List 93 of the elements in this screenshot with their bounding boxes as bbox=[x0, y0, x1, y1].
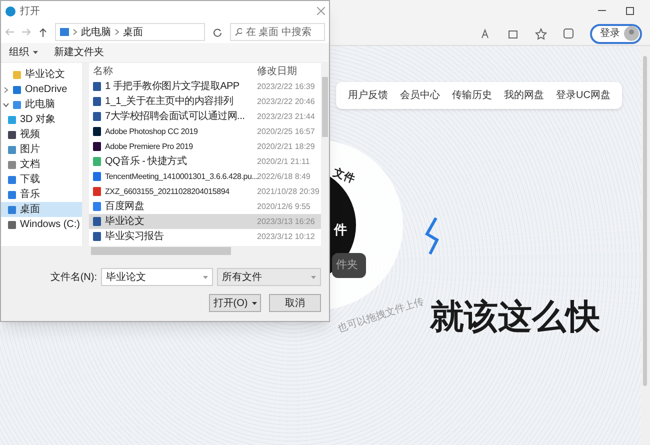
file-date: 2020/2/1 21:11 bbox=[257, 156, 310, 168]
scrollbar[interactable] bbox=[322, 77, 328, 137]
sidebar-scrollbar[interactable] bbox=[83, 63, 89, 246]
sidebar-item[interactable]: 视频 bbox=[1, 127, 82, 142]
file-name: 毕业论文 bbox=[105, 214, 145, 229]
file-row[interactable]: Adobe Premiere Pro 2019 2020/2/21 18:29 bbox=[89, 139, 321, 154]
file-date: 2021/10/28 20:39 bbox=[257, 186, 320, 198]
file-row[interactable]: 百度网盘 2020/12/6 9:55 bbox=[89, 199, 321, 214]
upload-file-button[interactable]: 件 bbox=[334, 220, 347, 240]
caret-icon[interactable] bbox=[252, 302, 257, 304]
sidebar-item[interactable]: 3D 对象 bbox=[1, 112, 82, 127]
logo-icon bbox=[424, 216, 442, 256]
file-name: QQ音乐 - 快捷方式 bbox=[105, 154, 188, 169]
organize-menu[interactable]: 组织 bbox=[9, 45, 38, 60]
new-folder-button[interactable]: 新建文件夹 bbox=[54, 45, 104, 60]
login-button[interactable]: 登录 bbox=[590, 24, 642, 44]
file-date: 2023/3/12 10:12 bbox=[257, 230, 315, 242]
file-row[interactable]: 毕业实习报告 2023/3/12 10:12 bbox=[89, 229, 321, 244]
upload-title: 文件 bbox=[330, 166, 358, 188]
file-name: ZXZ_6603155_20211028204015894 bbox=[105, 186, 230, 198]
breadcrumb-item[interactable]: 此电脑 bbox=[81, 24, 111, 40]
file-row[interactable]: QQ音乐 - 快捷方式 2020/2/1 21:11 bbox=[89, 154, 321, 169]
nav-link[interactable]: 我的网盘 bbox=[504, 88, 544, 103]
sidebar-item[interactable]: 图片 bbox=[1, 142, 82, 157]
collapse-chevron-icon[interactable] bbox=[3, 102, 9, 106]
sidebar-item[interactable]: 音乐 bbox=[1, 187, 82, 202]
star-icon[interactable] bbox=[535, 28, 547, 40]
sidebar-item[interactable]: 文档 bbox=[1, 157, 82, 172]
open-button[interactable]: 打开(O) bbox=[209, 294, 261, 312]
file-row[interactable]: ZXZ_6603155_20211028204015894 2021/10/28 20:39 bbox=[89, 184, 321, 199]
cancel-button[interactable]: 取消 bbox=[269, 294, 321, 312]
file-row[interactable]: 1_1_关于在主页中的内容排列 2023/2/22 20:46 bbox=[89, 94, 321, 109]
nav-link[interactable]: 用户反馈 bbox=[348, 88, 388, 103]
file-type-dropdown[interactable]: 所有文件 bbox=[217, 268, 321, 286]
file-name: 1 手把手教你图片文字提取APP bbox=[105, 80, 240, 94]
avatar-icon bbox=[624, 26, 639, 41]
column-header[interactable]: 名称 bbox=[93, 64, 257, 78]
headline: 就该这么快 bbox=[430, 297, 600, 338]
file-date: 2020/2/21 18:29 bbox=[257, 140, 315, 152]
up-icon[interactable] bbox=[39, 28, 47, 36]
chevron-icon bbox=[73, 29, 77, 35]
file-date: 2023/3/13 16:26 bbox=[257, 216, 315, 228]
file-row[interactable]: 7大学校招聘会面试可以通过网... 2023/2/23 21:44 bbox=[89, 109, 321, 124]
filename-field[interactable]: 毕业论文 bbox=[101, 268, 213, 286]
file-name: 1_1_关于在主页中的内容排列 bbox=[105, 94, 234, 109]
sidebar-item[interactable]: 桌面 bbox=[1, 202, 82, 217]
dialog-title: 打开 bbox=[20, 4, 40, 18]
search-field[interactable]: 在 桌面 中搜索 bbox=[230, 23, 325, 41]
file-row[interactable]: TencentMeeting_1410001301_3.6.6.428.pu...2022/6/18 8:49 bbox=[89, 169, 321, 184]
upload-folder-button[interactable]: 件夹 bbox=[332, 253, 366, 278]
file-name: TencentMeeting_1410001301_3.6.6.428.pu... bbox=[105, 170, 257, 182]
file-row[interactable]: 1 手把手教你图片文字提取APP 2023/2/22 16:39 bbox=[89, 79, 321, 94]
file-name: 7大学校招聘会面试可以通过网... bbox=[105, 110, 246, 124]
caret-icon bbox=[311, 276, 316, 278]
search-input: 在 桌面 中搜索 bbox=[246, 24, 320, 40]
close-icon[interactable] bbox=[317, 7, 325, 15]
file-row[interactable]: Adobe Photoshop CC 2019 2020/2/25 16:57 bbox=[89, 124, 321, 139]
file-name: Adobe Photoshop CC 2019 bbox=[105, 126, 199, 138]
sidebar-item[interactable]: 毕业论文 bbox=[1, 67, 82, 82]
file-name: 毕业实习报告 bbox=[105, 230, 165, 244]
file-date: 2023/2/22 20:46 bbox=[257, 96, 315, 108]
file-date: 2022/6/18 8:49 bbox=[257, 170, 310, 180]
minimize-icon[interactable] bbox=[598, 10, 606, 12]
expand-chevron-icon[interactable] bbox=[3, 86, 9, 92]
file-date: 2020/12/6 9:55 bbox=[257, 200, 310, 212]
scrollbar[interactable] bbox=[643, 56, 647, 386]
file-row[interactable]: 毕业论文 2023/3/13 16:26 bbox=[89, 214, 321, 229]
drag-hint: 也可以拖拽文件上传 bbox=[336, 295, 426, 337]
file-date: 2020/2/25 16:57 bbox=[257, 126, 315, 138]
maximize-icon[interactable] bbox=[626, 7, 634, 15]
file-name: Adobe Premiere Pro 2019 bbox=[105, 140, 194, 152]
file-date: 2023/2/23 21:44 bbox=[257, 110, 315, 122]
filter-value: 所有文件 bbox=[222, 270, 263, 284]
search-icon bbox=[235, 28, 242, 36]
sidebar-item[interactable]: Windows (C:) bbox=[1, 217, 82, 232]
column-header[interactable]: 修改日期 bbox=[257, 64, 297, 78]
filename-label: 文件名(N): bbox=[50, 270, 97, 284]
nav-link[interactable]: 登录UC网盘 bbox=[556, 88, 610, 103]
sidebar-item[interactable]: OneDrive bbox=[1, 82, 82, 97]
sidebar-item[interactable]: 下载 bbox=[1, 172, 82, 187]
chevron-icon bbox=[115, 29, 119, 35]
browser-icon bbox=[5, 6, 16, 16]
file-date: 2023/2/22 16:39 bbox=[257, 80, 315, 92]
caret-icon bbox=[33, 51, 38, 54]
address-bar[interactable]: 此电脑 桌面 bbox=[55, 23, 205, 41]
file-name: 百度网盘 bbox=[105, 200, 145, 214]
nav-link[interactable]: 会员中心 bbox=[400, 88, 440, 103]
nav-link[interactable]: 传输历史 bbox=[452, 88, 492, 103]
sidebar-item[interactable]: 此电脑 bbox=[1, 97, 82, 112]
filename-value: 毕业论文 bbox=[106, 270, 147, 284]
breadcrumb-item[interactable]: 桌面 bbox=[123, 24, 143, 40]
horizontal-scrollbar[interactable] bbox=[91, 247, 231, 255]
refresh-icon[interactable] bbox=[213, 28, 222, 36]
